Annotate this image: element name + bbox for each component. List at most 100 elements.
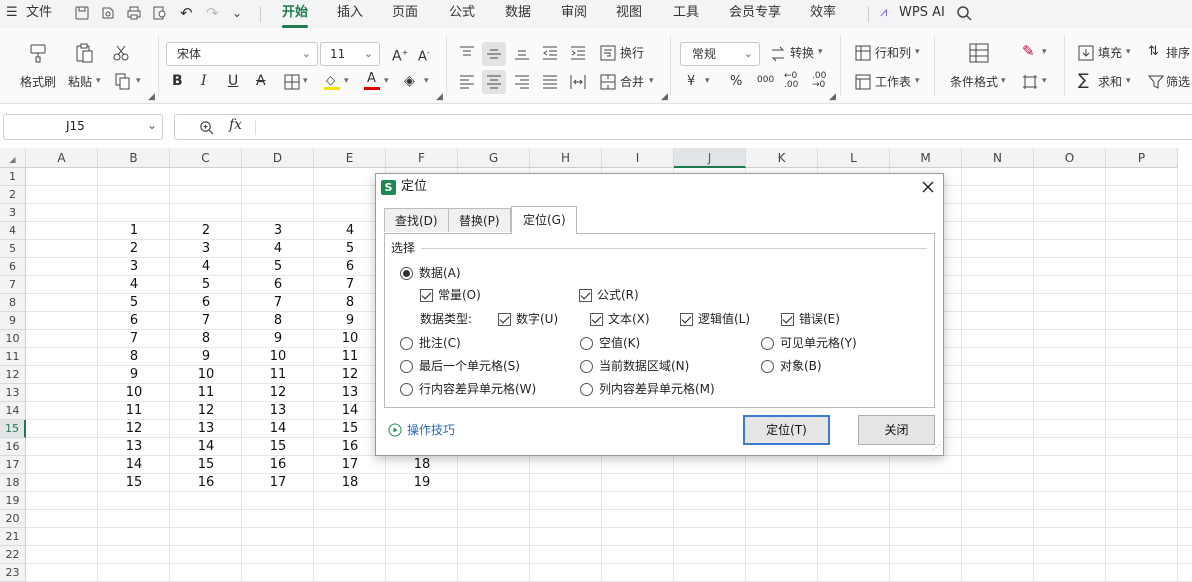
decrease-indent-icon[interactable] [542,46,558,60]
increase-font-icon[interactable]: A+ [392,45,408,65]
convert-icon[interactable] [770,46,786,62]
cell-b7[interactable]: 4 [98,276,170,294]
chevron-down-icon[interactable]: ▾ [915,47,920,57]
format-painter-button[interactable]: 格式刷 [20,74,56,90]
chevron-down-icon[interactable]: ▾ [1042,47,1047,57]
cell-d8[interactable]: 7 [242,294,314,312]
column-header-g[interactable]: G [458,148,530,168]
tab-data[interactable]: 数据 [505,4,531,22]
row-header-2[interactable]: 2 [0,186,26,204]
chevron-down-icon[interactable]: ▾ [915,76,920,86]
chevron-down-icon[interactable]: ▾ [649,76,654,86]
tab-member[interactable]: 会员专享 [729,4,781,22]
cell-b4[interactable]: 1 [98,222,170,240]
select-all-corner[interactable]: ◢ [0,148,26,168]
bold-icon[interactable]: B [172,73,183,89]
row-header-17[interactable]: 17 [0,456,26,474]
formula-input[interactable]: fx [174,114,1192,140]
more-dropdown-icon[interactable]: ⌄ [232,4,242,22]
chevron-down-icon[interactable]: ▾ [384,76,389,86]
cell-b17[interactable]: 14 [98,456,170,474]
convert-button[interactable]: 转换 [790,45,814,61]
row-header-11[interactable]: 11 [0,348,26,366]
cell-b8[interactable]: 5 [98,294,170,312]
last-cell-radio[interactable] [400,360,413,373]
constants-checkbox[interactable] [420,289,433,302]
close-button[interactable]: 关闭 [858,415,935,445]
chevron-down-icon[interactable]: ▾ [96,76,101,86]
align-bottom-icon[interactable] [514,46,530,60]
italic-icon[interactable]: I [201,73,207,89]
chevron-down-icon[interactable]: ▾ [424,76,429,86]
cell-c9[interactable]: 7 [170,312,242,330]
cell-f18[interactable]: 19 [386,474,458,492]
tab-efficiency[interactable]: 效率 [810,4,836,22]
tab-tools[interactable]: 工具 [673,4,699,22]
justify-icon[interactable] [542,75,558,89]
align-right-icon[interactable] [514,75,530,89]
cell-d16[interactable]: 15 [242,438,314,456]
cut-icon[interactable] [112,44,130,62]
zoom-icon[interactable] [199,120,214,135]
cell-c16[interactable]: 14 [170,438,242,456]
cell-d14[interactable]: 13 [242,402,314,420]
column-header-a[interactable]: A [26,148,98,168]
column-header-f[interactable]: F [386,148,458,168]
row-header-13[interactable]: 13 [0,384,26,402]
cell-d6[interactable]: 5 [242,258,314,276]
paste-icon[interactable] [73,42,95,64]
cell-c14[interactable]: 12 [170,402,242,420]
row-header-23[interactable]: 23 [0,564,26,582]
cell-d10[interactable]: 9 [242,330,314,348]
font-size-select[interactable]: 11 ⌄ [320,42,380,66]
cell-d17[interactable]: 16 [242,456,314,474]
cell-f17[interactable]: 18 [386,456,458,474]
column-header-j[interactable]: J [674,148,746,168]
row-header-19[interactable]: 19 [0,492,26,510]
sum-icon[interactable]: ∑ [1078,72,1089,88]
cell-b11[interactable]: 8 [98,348,170,366]
row-header-8[interactable]: 8 [0,294,26,312]
cell-c11[interactable]: 9 [170,348,242,366]
column-header-c[interactable]: C [170,148,242,168]
col-diff-radio[interactable] [580,383,593,396]
thousands-separator-icon[interactable]: 000 [757,72,774,88]
cell-c13[interactable]: 11 [170,384,242,402]
cell-d7[interactable]: 6 [242,276,314,294]
cell-b9[interactable]: 6 [98,312,170,330]
underline-icon[interactable]: U [228,73,238,89]
sort-icon[interactable]: ⇅ [1148,44,1159,60]
cell-b10[interactable]: 7 [98,330,170,348]
row-header-20[interactable]: 20 [0,510,26,528]
row-header-7[interactable]: 7 [0,276,26,294]
cell-d4[interactable]: 3 [242,222,314,240]
column-header-e[interactable]: E [314,148,386,168]
format-cells-icon[interactable] [1022,74,1038,90]
cell-b13[interactable]: 10 [98,384,170,402]
column-header-o[interactable]: O [1034,148,1106,168]
wrap-text-button[interactable]: 换行 [620,45,644,61]
align-left-icon[interactable] [459,75,475,89]
row-header-16[interactable]: 16 [0,438,26,456]
number-format-select[interactable]: 常规 ⌄ [680,42,760,66]
chevron-down-icon[interactable]: ▾ [344,76,349,86]
objects-radio[interactable] [761,360,774,373]
align-top-icon[interactable] [459,46,475,60]
column-header-h[interactable]: H [530,148,602,168]
cell-c6[interactable]: 4 [170,258,242,276]
hamburger-menu-icon[interactable]: ☰ [6,4,18,22]
currency-icon[interactable]: ¥ [687,74,695,90]
column-header-n[interactable]: N [962,148,1034,168]
text-checkbox[interactable] [590,313,603,326]
comments-radio[interactable] [400,337,413,350]
data-radio[interactable] [400,267,413,280]
sort-button[interactable]: 排序 [1166,45,1190,61]
cell-c8[interactable]: 6 [170,294,242,312]
row-header-12[interactable]: 12 [0,366,26,384]
chevron-down-icon[interactable]: ⌄ [147,118,157,132]
cell-c10[interactable]: 8 [170,330,242,348]
merge-cells-icon[interactable] [600,74,616,90]
increase-decimal-icon[interactable]: ←0.00 [784,72,798,90]
chevron-down-icon[interactable]: ▾ [303,76,308,86]
cell-b18[interactable]: 15 [98,474,170,492]
